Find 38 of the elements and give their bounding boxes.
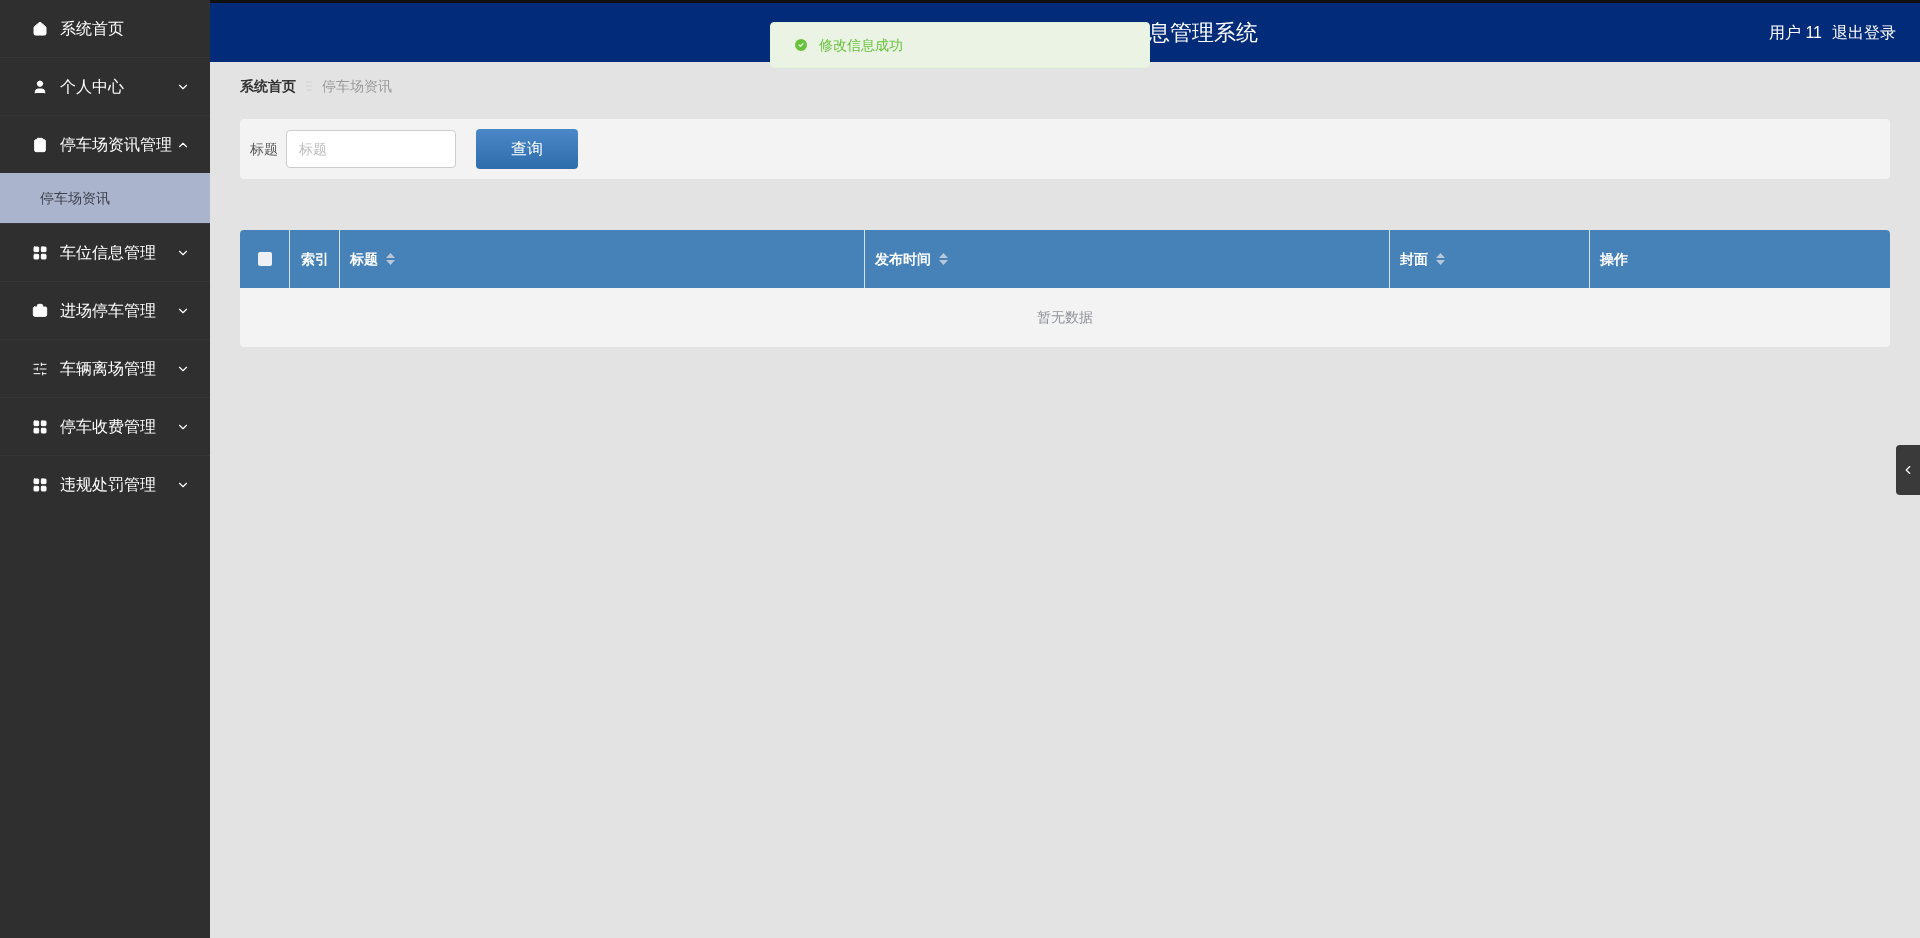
column-header: 操作 xyxy=(1599,249,1629,269)
sidebar-menu-item[interactable]: 停车收费管理 xyxy=(0,398,210,455)
grid-icon xyxy=(32,244,48,261)
briefcase-icon xyxy=(32,302,48,319)
column-header[interactable]: 封面 xyxy=(1390,230,1590,288)
search-button[interactable]: 查询 xyxy=(476,129,578,169)
column-header[interactable]: 标题 xyxy=(340,230,865,288)
select-all-checkbox[interactable] xyxy=(257,252,272,266)
sidebar-submenu-item[interactable]: 停车场资讯 xyxy=(0,173,210,223)
sidebar-menu-item[interactable]: 车辆离场管理 xyxy=(0,340,210,397)
side-toggle-button[interactable] xyxy=(1896,445,1920,495)
logout-link[interactable]: 退出登录 xyxy=(1832,20,1896,45)
success-icon xyxy=(793,37,809,53)
sidebar-menu-item[interactable]: 停车场资讯管理 xyxy=(0,116,210,173)
sort-icon[interactable] xyxy=(1436,253,1445,265)
column-header[interactable]: 发布时间 xyxy=(865,230,1390,288)
system-title: 息管理系统 xyxy=(1148,19,1258,47)
breadcrumb-item[interactable]: 系统首页 xyxy=(240,75,296,97)
search-label: 标题 xyxy=(250,139,278,159)
toast-text: 修改信息成功 xyxy=(819,35,903,55)
sidebar-menu-item[interactable]: 进场停车管理 xyxy=(0,282,210,339)
grid-icon xyxy=(32,418,48,435)
sort-icon[interactable] xyxy=(939,253,948,265)
sidebar-menu-item[interactable]: 个人中心 xyxy=(0,58,210,115)
empty-table-text: 暂无数据 xyxy=(1037,308,1093,327)
grid-icon xyxy=(32,476,48,493)
clipboard-icon xyxy=(32,136,48,153)
sort-icon[interactable] xyxy=(386,253,395,265)
sidebar-menu-item[interactable]: 违规处罚管理 xyxy=(0,456,210,513)
sidebar-menu-item[interactable]: 车位信息管理 xyxy=(0,224,210,281)
user-icon xyxy=(32,78,48,95)
sliders-icon xyxy=(32,360,48,377)
breadcrumb-item: 停车场资讯 xyxy=(322,76,392,96)
column-header: 索引 xyxy=(290,230,340,288)
user-name: 用户 11 xyxy=(1768,22,1822,43)
title-input-field[interactable]: 标题 xyxy=(286,130,456,168)
sidebar-menu-item[interactable]: 系统首页 xyxy=(0,0,210,57)
home-icon xyxy=(32,20,48,37)
